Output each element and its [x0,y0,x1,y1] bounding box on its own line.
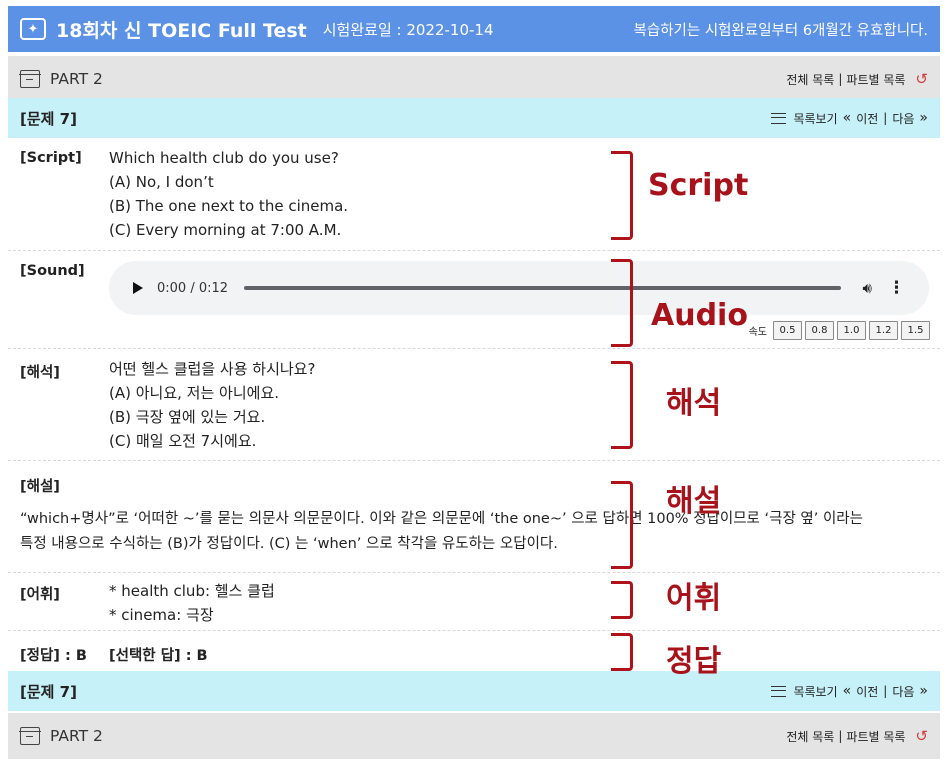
list-view-link[interactable]: 목록보기 [793,683,837,700]
list-view-link[interactable]: 목록보기 [793,110,837,127]
link-separator: | [838,729,843,743]
vocab-label: [어휘] [20,587,60,603]
next-link[interactable]: 다음 [892,683,914,700]
link-separator: | [838,72,843,86]
translation-section: [해석] 어떤 헬스 클럽을 사용 하시나요? (A) 아니요, 저는 아니에요… [8,349,940,461]
script-line: Which health club do you use? [109,149,339,167]
question-bar-bottom: [문제 7] 목록보기 « 이전 | 다음 » [8,671,940,711]
translation-text: 어떤 헬스 클럽을 사용 하시나요? (A) 아니요, 저는 아니에요. (B)… [109,357,315,453]
test-title: 18회차 신 TOEIC Full Test [56,19,307,42]
script-text: Which health club do you use? (A) No, I … [109,146,348,242]
answer-bracket [611,633,633,671]
speed-button[interactable]: 1.5 [901,321,930,340]
script-line: (C) Every morning at 7:00 A.M. [109,221,342,239]
question-nav: 목록보기 « 이전 | 다음 » [771,110,928,127]
double-chevron-left-icon[interactable]: « [843,110,852,126]
speed-button[interactable]: 1.0 [837,321,866,340]
play-icon[interactable] [133,282,143,294]
question-label: [문제 7] [20,109,77,128]
validity-notice: 복습하기는 시험완료일부터 6개월간 유효합니다. [633,22,928,39]
translation-line: 어떤 헬스 클럽을 사용 하시나요? [109,360,316,378]
explanation-text: “which+명사”로 ‘어떠한 ~’를 묻는 의문사 의문문이다. 이와 같은… [20,507,920,557]
audio-time: 0:00 / 0:12 [157,280,229,296]
sparkle-icon: ✦ [20,18,46,40]
speed-controls: 속도 0.5 0.8 1.0 1.2 1.5 [749,321,930,340]
undo-icon[interactable]: ↺ [915,70,928,88]
prev-link[interactable]: 이전 [856,683,878,700]
audio-progress-bar[interactable] [244,286,841,290]
review-page: ✦ 18회차 신 TOEIC Full Test 시험완료일 : 2022-10… [8,6,940,764]
all-list-link[interactable]: 전체 목록 [786,728,834,745]
vocab-annotation: 어휘 [666,581,722,616]
archive-icon [19,727,41,745]
list-links: 전체 목록 | 파트별 목록 ↺ [786,70,928,88]
explanation-annotation: 해설 [666,484,722,519]
part-label: PART 2 [50,727,103,745]
script-bracket [611,151,633,240]
list-icon[interactable] [771,112,787,124]
nav-separator: | [883,684,888,698]
list-icon[interactable] [771,685,787,697]
explanation-section: [해설] “which+명사”로 ‘어떠한 ~’를 묻는 의문사 의문문이다. … [8,461,940,573]
archive-icon [19,70,41,88]
translation-annotation: 해석 [666,386,722,421]
speed-label: 속도 [748,327,767,338]
selected-answer: [선택한 답] : B [109,648,208,664]
translation-bracket [611,361,633,449]
audio-bracket [611,259,633,347]
question-nav: 목록보기 « 이전 | 다음 » [771,683,928,700]
sound-label: [Sound] [20,263,85,279]
prev-link[interactable]: 이전 [856,110,878,127]
vocab-line: * health club: 헬스 클럽 [109,582,275,600]
script-label: [Script] [20,150,82,166]
part-label: PART 2 [50,70,103,88]
vocab-section: [어휘] * health club: 헬스 클럽 * cinema: 극장 [8,573,940,631]
double-chevron-right-icon[interactable]: » [919,110,928,126]
translation-label: [해석] [20,365,60,381]
audio-annotation: Audio [651,298,748,333]
speed-button[interactable]: 0.5 [773,321,802,340]
explanation-label: [해설] [20,479,60,495]
undo-icon[interactable]: ↺ [915,727,928,745]
explanation-line: 특정 내용으로 수식하는 (B)가 정답이다. (C) 는 ‘when’ 으로 … [20,536,558,552]
page-header: ✦ 18회차 신 TOEIC Full Test 시험완료일 : 2022-10… [8,6,940,52]
script-section: [Script] Which health club do you use? (… [8,138,940,251]
explanation-bracket [611,481,633,569]
explanation-line: “which+명사”로 ‘어떠한 ~’를 묻는 의문사 의문문이다. 이와 같은… [20,511,863,527]
answer-section: [정답] : B [선택한 답] : B [8,631,940,671]
part-bar-bottom: PART 2 전체 목록 | 파트별 목록 ↺ [8,713,940,759]
part-bar-top: PART 2 전체 목록 | 파트별 목록 ↺ [8,56,940,102]
vocab-bracket [611,581,633,619]
list-links: 전체 목록 | 파트별 목록 ↺ [786,727,928,745]
question-label: [문제 7] [20,682,77,701]
translation-line: (C) 매일 오전 7시에요. [109,432,257,450]
script-line: (A) No, I don’t [109,173,214,191]
nav-separator: | [883,111,888,125]
answer-annotation: 정답 [666,644,722,679]
translation-line: (A) 아니요, 저는 아니에요. [109,384,280,402]
next-link[interactable]: 다음 [892,110,914,127]
audio-player[interactable]: 0:00 / 0:12 🔊︎ ⋮ [109,261,929,315]
script-line: (B) The one next to the cinema. [109,197,349,215]
script-annotation: Script [648,168,749,203]
all-list-link[interactable]: 전체 목록 [786,71,834,88]
volume-icon[interactable]: 🔊︎ [863,279,872,297]
question-bar-top: [문제 7] 목록보기 « 이전 | 다음 » [8,98,940,138]
double-chevron-right-icon[interactable]: » [919,683,928,699]
translation-line: (B) 극장 옆에 있는 거요. [109,408,266,426]
more-options-icon[interactable]: ⋮ [888,278,905,298]
correct-answer: [정답] : B [20,648,87,664]
vocab-text: * health club: 헬스 클럽 * cinema: 극장 [109,579,275,627]
sound-section: [Sound] 0:00 / 0:12 🔊︎ ⋮ 속도 0.5 0.8 1.0 … [8,251,940,349]
part-list-link[interactable]: 파트별 목록 [846,71,905,88]
speed-button[interactable]: 1.2 [869,321,898,340]
vocab-line: * cinema: 극장 [109,606,214,624]
speed-button[interactable]: 0.8 [805,321,834,340]
completion-date: 시험완료일 : 2022-10-14 [322,20,494,39]
part-list-link[interactable]: 파트별 목록 [846,728,905,745]
double-chevron-left-icon[interactable]: « [843,683,852,699]
